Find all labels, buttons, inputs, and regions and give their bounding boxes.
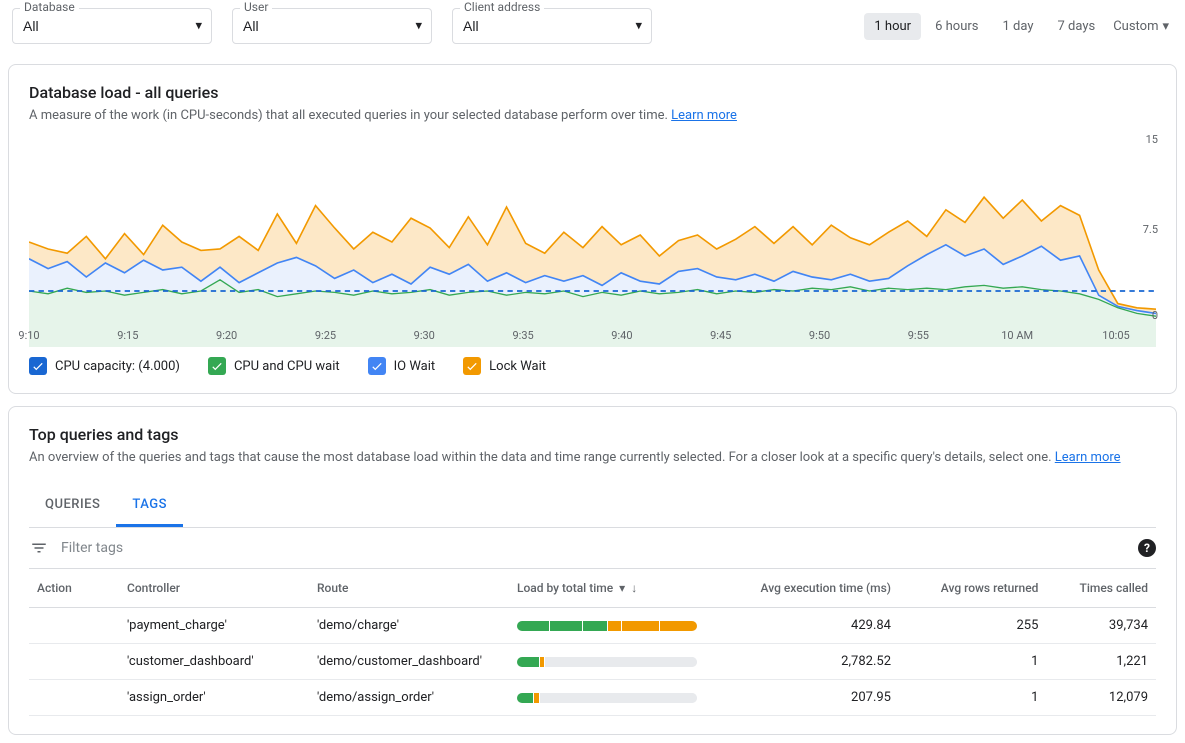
cell-controller: 'payment_charge' xyxy=(119,608,309,644)
chart-area: 15 7.5 0 9:109:159:209:259:309:359:409:4… xyxy=(29,137,1156,347)
tags-table: Action Controller Route Load by total ti… xyxy=(29,569,1156,716)
panel-subtitle: A measure of the work (in CPU-seconds) t… xyxy=(29,108,1156,123)
load-bar xyxy=(517,621,697,631)
database-filter-label: Database xyxy=(20,0,79,14)
cell-route: 'demo/charge' xyxy=(309,608,509,644)
cell-controller: 'assign_order' xyxy=(119,680,309,716)
cell-times-called: 1,221 xyxy=(1046,644,1156,680)
database-filter: Database All ▾ xyxy=(12,8,212,44)
checkbox-checked-icon xyxy=(368,357,386,375)
col-controller[interactable]: Controller xyxy=(119,569,309,608)
help-icon[interactable]: ? xyxy=(1138,539,1156,557)
filter-input[interactable] xyxy=(61,540,1126,556)
chevron-down-icon: ▾ xyxy=(1162,19,1169,34)
time-1day[interactable]: 1 day xyxy=(992,13,1043,40)
y-axis-labels: 15 7.5 0 xyxy=(1122,137,1158,317)
checkbox-checked-icon xyxy=(463,357,481,375)
cell-avg-exec: 2,782.52 xyxy=(709,644,899,680)
table-row[interactable]: 'payment_charge''demo/charge' 429.8425539… xyxy=(29,608,1156,644)
cell-avg-exec: 429.84 xyxy=(709,608,899,644)
table-row[interactable]: 'customer_dashboard''demo/customer_dashb… xyxy=(29,644,1156,680)
tabs: QUERIES TAGS xyxy=(29,485,1156,528)
time-1hour[interactable]: 1 hour xyxy=(864,13,921,40)
panel-title: Top queries and tags xyxy=(29,425,1156,444)
filter-icon[interactable] xyxy=(29,538,49,558)
cell-times-called: 12,079 xyxy=(1046,680,1156,716)
time-range-selector: 1 hour 6 hours 1 day 7 days Custom ▾ xyxy=(864,13,1173,40)
time-custom[interactable]: Custom ▾ xyxy=(1109,13,1173,40)
checkbox-checked-icon xyxy=(29,357,47,375)
client-filter-label: Client address xyxy=(460,0,544,14)
col-avg-rows[interactable]: Avg rows returned xyxy=(899,569,1046,608)
cell-route: 'demo/customer_dashboard' xyxy=(309,644,509,680)
cell-route: 'demo/assign_order' xyxy=(309,680,509,716)
col-avg-exec[interactable]: Avg execution time (ms) xyxy=(709,569,899,608)
checkbox-checked-icon xyxy=(208,357,226,375)
top-queries-panel: Top queries and tags An overview of the … xyxy=(8,406,1177,735)
legend-lock-wait[interactable]: Lock Wait xyxy=(463,357,546,375)
cell-avg-rows: 1 xyxy=(899,680,1046,716)
panel-subtitle: An overview of the queries and tags that… xyxy=(29,450,1156,465)
load-bar xyxy=(517,693,697,703)
tab-tags[interactable]: TAGS xyxy=(116,485,183,527)
legend-io-wait[interactable]: IO Wait xyxy=(368,357,436,375)
tab-queries[interactable]: QUERIES xyxy=(29,485,116,527)
x-axis-labels: 9:109:159:209:259:309:359:409:459:509:55… xyxy=(29,329,1116,347)
cell-avg-rows: 255 xyxy=(899,608,1046,644)
cell-avg-exec: 207.95 xyxy=(709,680,899,716)
col-load[interactable]: Load by total time ▾ ↓ xyxy=(509,569,709,608)
learn-more-link[interactable]: Learn more xyxy=(1055,450,1121,465)
user-filter-label: User xyxy=(240,0,272,14)
cell-times-called: 39,734 xyxy=(1046,608,1156,644)
time-7days[interactable]: 7 days xyxy=(1047,13,1105,40)
panel-title: Database load - all queries xyxy=(29,83,1156,102)
chart-legend: CPU capacity: (4.000) CPU and CPU wait I… xyxy=(29,357,1156,375)
legend-cpu-capacity[interactable]: CPU capacity: (4.000) xyxy=(29,357,180,375)
user-filter: User All ▾ xyxy=(232,8,432,44)
col-action[interactable]: Action xyxy=(29,569,119,608)
learn-more-link[interactable]: Learn more xyxy=(671,108,737,123)
time-6hours[interactable]: 6 hours xyxy=(925,13,988,40)
database-load-panel: Database load - all queries A measure of… xyxy=(8,64,1177,394)
cell-controller: 'customer_dashboard' xyxy=(119,644,309,680)
legend-cpu-wait[interactable]: CPU and CPU wait xyxy=(208,357,340,375)
arrow-down-icon: ↓ xyxy=(631,581,637,595)
cell-avg-rows: 1 xyxy=(899,644,1046,680)
col-route[interactable]: Route xyxy=(309,569,509,608)
load-bar xyxy=(517,657,697,667)
sort-desc-icon: ▾ xyxy=(619,581,625,595)
load-chart xyxy=(29,137,1156,347)
table-row[interactable]: 'assign_order''demo/assign_order'207.951… xyxy=(29,680,1156,716)
col-times-called[interactable]: Times called xyxy=(1046,569,1156,608)
client-filter: Client address All ▾ xyxy=(452,8,652,44)
